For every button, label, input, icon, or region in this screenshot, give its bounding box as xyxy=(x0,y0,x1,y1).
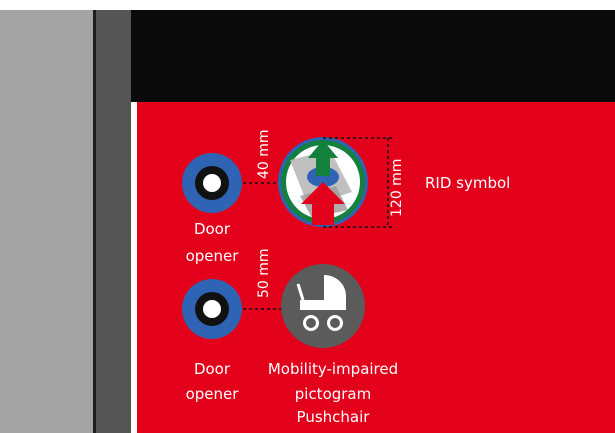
door-opener-1-label-line2: opener xyxy=(185,247,239,265)
door-opener-2-label-line1: Door xyxy=(193,360,231,378)
pictogram-label-line3: Pushchair xyxy=(296,408,370,426)
rid-symbol-icon xyxy=(278,137,368,227)
ring-button-light xyxy=(203,174,221,192)
pictogram-label-line2: pictogram xyxy=(294,385,372,403)
door-opener-2-label-line2: opener xyxy=(185,385,239,403)
door-panel-diagram: 40 mm 120 mm 50 mm RID symbol Door opene… xyxy=(0,0,615,433)
pictogram-label-line1: Mobility-impaired xyxy=(267,360,399,378)
door-opener-1-label-line1: Door xyxy=(193,220,231,238)
ring-button-light xyxy=(203,300,221,318)
dim-50-label: 50 mm xyxy=(256,248,272,298)
dim-40-label: 40 mm xyxy=(256,129,272,179)
door-opener-button-1[interactable] xyxy=(182,153,242,213)
dim-120-label: 120 mm xyxy=(389,158,405,217)
door-opener-button-2[interactable] xyxy=(182,279,242,339)
pushchair-icon xyxy=(281,264,365,348)
rid-symbol-label: RID symbol xyxy=(425,174,511,192)
